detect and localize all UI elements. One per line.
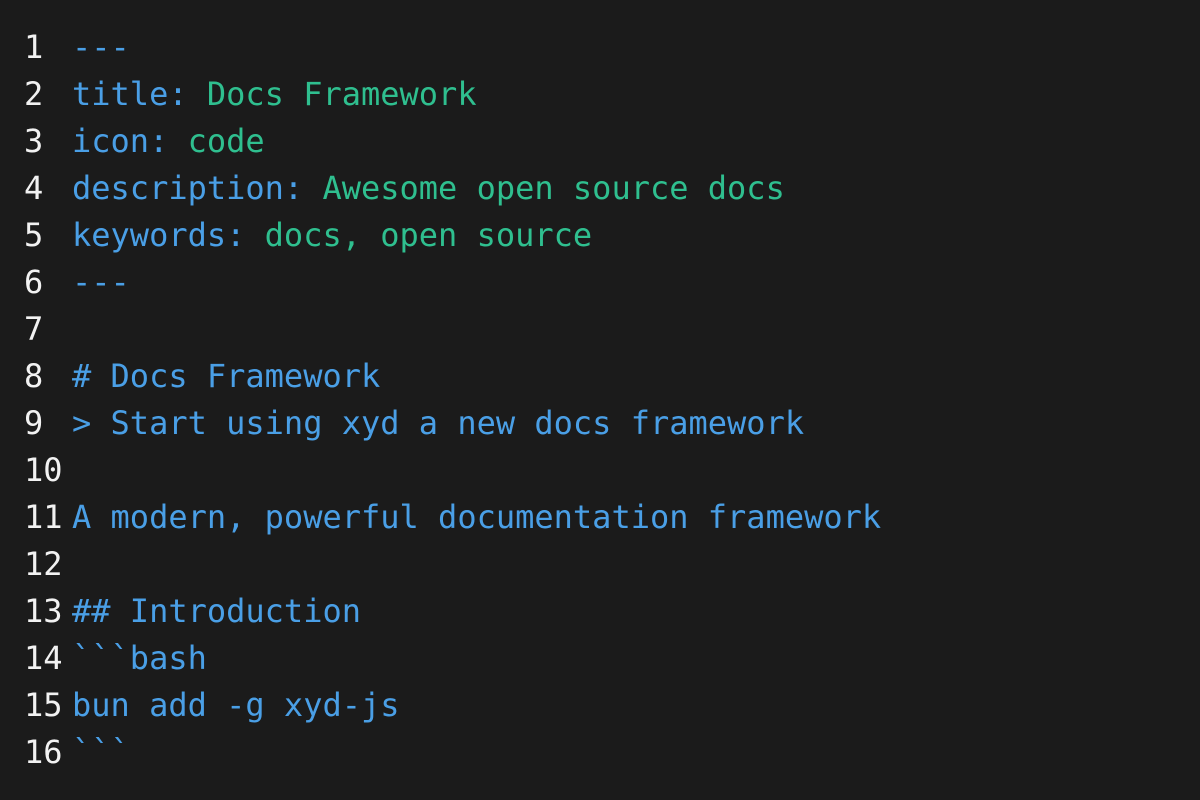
line-number: 5 xyxy=(24,216,44,254)
code-line[interactable]: 12 xyxy=(0,541,1200,588)
code-line[interactable]: 6 --- xyxy=(0,259,1200,306)
line-number: 13 xyxy=(24,592,63,630)
line-number: 11 xyxy=(24,498,63,536)
code-line[interactable]: 2 title: Docs Framework xyxy=(0,71,1200,118)
code-line[interactable]: 16 ``` xyxy=(0,729,1200,776)
line-number: 7 xyxy=(24,310,44,348)
code-line[interactable]: 10 xyxy=(0,447,1200,494)
code-token: keywords: xyxy=(72,216,265,254)
code-token: description: xyxy=(72,169,323,207)
code-line[interactable]: 1 --- xyxy=(0,24,1200,71)
line-number: 12 xyxy=(24,545,63,583)
code-line[interactable]: 3 icon: code xyxy=(0,118,1200,165)
code-token: ## Introduction xyxy=(72,592,361,630)
line-number: 2 xyxy=(24,75,44,113)
code-editor[interactable]: 1 --- 2 title: Docs Framework 3 icon: code … xyxy=(0,24,1200,776)
code-token: ```bash xyxy=(72,639,207,677)
line-number: 14 xyxy=(24,639,63,677)
line-number: 4 xyxy=(24,169,44,207)
code-token: icon: xyxy=(72,122,188,160)
code-line[interactable]: 11 A modern, powerful documentation frame… xyxy=(0,494,1200,541)
code-token: # Docs Framework xyxy=(72,357,381,395)
line-number: 9 xyxy=(24,404,44,442)
yaml-value-token: code xyxy=(187,122,265,160)
yaml-value-token: Docs Framework xyxy=(206,75,477,113)
code-line[interactable]: 9 > Start using xyd a new docs framework xyxy=(0,400,1200,447)
code-token: --- xyxy=(72,263,130,301)
code-line[interactable]: 14 ```bash xyxy=(0,635,1200,682)
code-token: > Start using xyd a new docs framework xyxy=(72,404,805,442)
code-line[interactable]: 8 # Docs Framework xyxy=(0,353,1200,400)
code-token: title: xyxy=(72,75,207,113)
code-line[interactable]: 5 keywords: docs, open source xyxy=(0,212,1200,259)
code-line[interactable]: 13 ## Introduction xyxy=(0,588,1200,635)
line-number: 3 xyxy=(24,122,44,160)
code-line[interactable]: 4 description: Awesome open source docs xyxy=(0,165,1200,212)
yaml-value-token: Awesome open source docs xyxy=(322,169,785,207)
code-token: --- xyxy=(72,28,130,66)
line-number: 1 xyxy=(24,28,44,66)
code-token: bun add -g xyd-js xyxy=(72,686,400,724)
code-token: ``` xyxy=(72,733,130,771)
line-number: 6 xyxy=(24,263,44,301)
code-line[interactable]: 15 bun add -g xyd-js xyxy=(0,682,1200,729)
line-number: 16 xyxy=(24,733,63,771)
yaml-value-token: docs, open source xyxy=(264,216,593,254)
line-number: 15 xyxy=(24,686,63,724)
line-number: 8 xyxy=(24,357,44,395)
code-token: A modern, powerful documentation framewo… xyxy=(72,498,882,536)
code-line[interactable]: 7 xyxy=(0,306,1200,353)
line-number: 10 xyxy=(24,451,63,489)
